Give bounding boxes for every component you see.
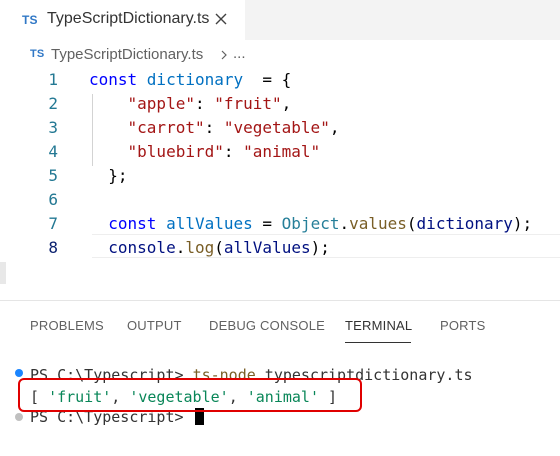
close-icon[interactable] — [210, 8, 232, 30]
file-tab[interactable]: TS TypeScriptDictionary.ts — [0, 0, 245, 40]
code-line: 7 const allValues = Object.values(dictio… — [0, 212, 560, 236]
breadcrumb-more[interactable]: ... — [233, 45, 246, 62]
code-text: "apple": "fruit", — [127, 94, 292, 113]
tab-terminal[interactable]: TERMINAL — [345, 318, 412, 333]
code-line: 8 console.log(allValues); — [0, 236, 560, 260]
panel-tabs: PROBLEMS OUTPUT DEBUG CONSOLE TERMINAL P… — [0, 301, 560, 343]
tab-debug-console[interactable]: DEBUG CONSOLE — [209, 318, 325, 333]
line-number: 5 — [48, 166, 58, 185]
typescript-file-icon: TS — [30, 48, 45, 60]
code-text: }; — [108, 166, 128, 185]
command-pending-icon — [15, 413, 23, 421]
line-number: 3 — [48, 118, 58, 137]
tab-output[interactable]: OUTPUT — [127, 318, 182, 333]
code-text: const dictionary = { — [89, 70, 292, 89]
tab-ports[interactable]: PORTS — [440, 318, 486, 333]
code-text: console.log(allValues); — [108, 238, 330, 257]
line-number: 1 — [48, 70, 58, 89]
line-number: 2 — [48, 94, 58, 113]
code-text: const allValues = Object.values(dictiona… — [108, 214, 533, 233]
output-highlight-box — [18, 378, 362, 412]
editor-tab-bar: TS TypeScriptDictionary.ts — [0, 0, 560, 40]
line-number: 6 — [48, 190, 58, 209]
code-line: 5 }; — [0, 164, 560, 188]
tab-title: TypeScriptDictionary.ts — [47, 10, 210, 27]
breadcrumb-file[interactable]: TypeScriptDictionary.ts — [51, 46, 203, 63]
line-number: 4 — [48, 142, 58, 161]
code-text: "bluebird": "animal" — [127, 142, 321, 161]
code-line: 3 "carrot": "vegetable", — [0, 116, 560, 140]
tab-problems[interactable]: PROBLEMS — [30, 318, 104, 333]
line-number: 8 — [48, 238, 58, 257]
code-editor[interactable]: 1 const dictionary = { 2 "apple": "fruit",… — [0, 70, 560, 260]
code-line: 6 — [0, 188, 560, 212]
code-text: "carrot": "vegetable", — [127, 118, 340, 137]
line-number: 7 — [48, 214, 58, 233]
active-tab-indicator — [345, 342, 411, 343]
typescript-file-icon: TS — [22, 13, 38, 27]
code-line: 1 const dictionary = { — [0, 68, 560, 92]
breadcrumb: TS TypeScriptDictionary.ts ... — [0, 40, 560, 70]
chevron-right-icon — [221, 50, 227, 60]
sash[interactable] — [0, 262, 6, 284]
code-line: 4 "bluebird": "animal" — [0, 140, 560, 164]
command-success-icon — [15, 369, 23, 377]
code-line: 2 "apple": "fruit", — [0, 92, 560, 116]
